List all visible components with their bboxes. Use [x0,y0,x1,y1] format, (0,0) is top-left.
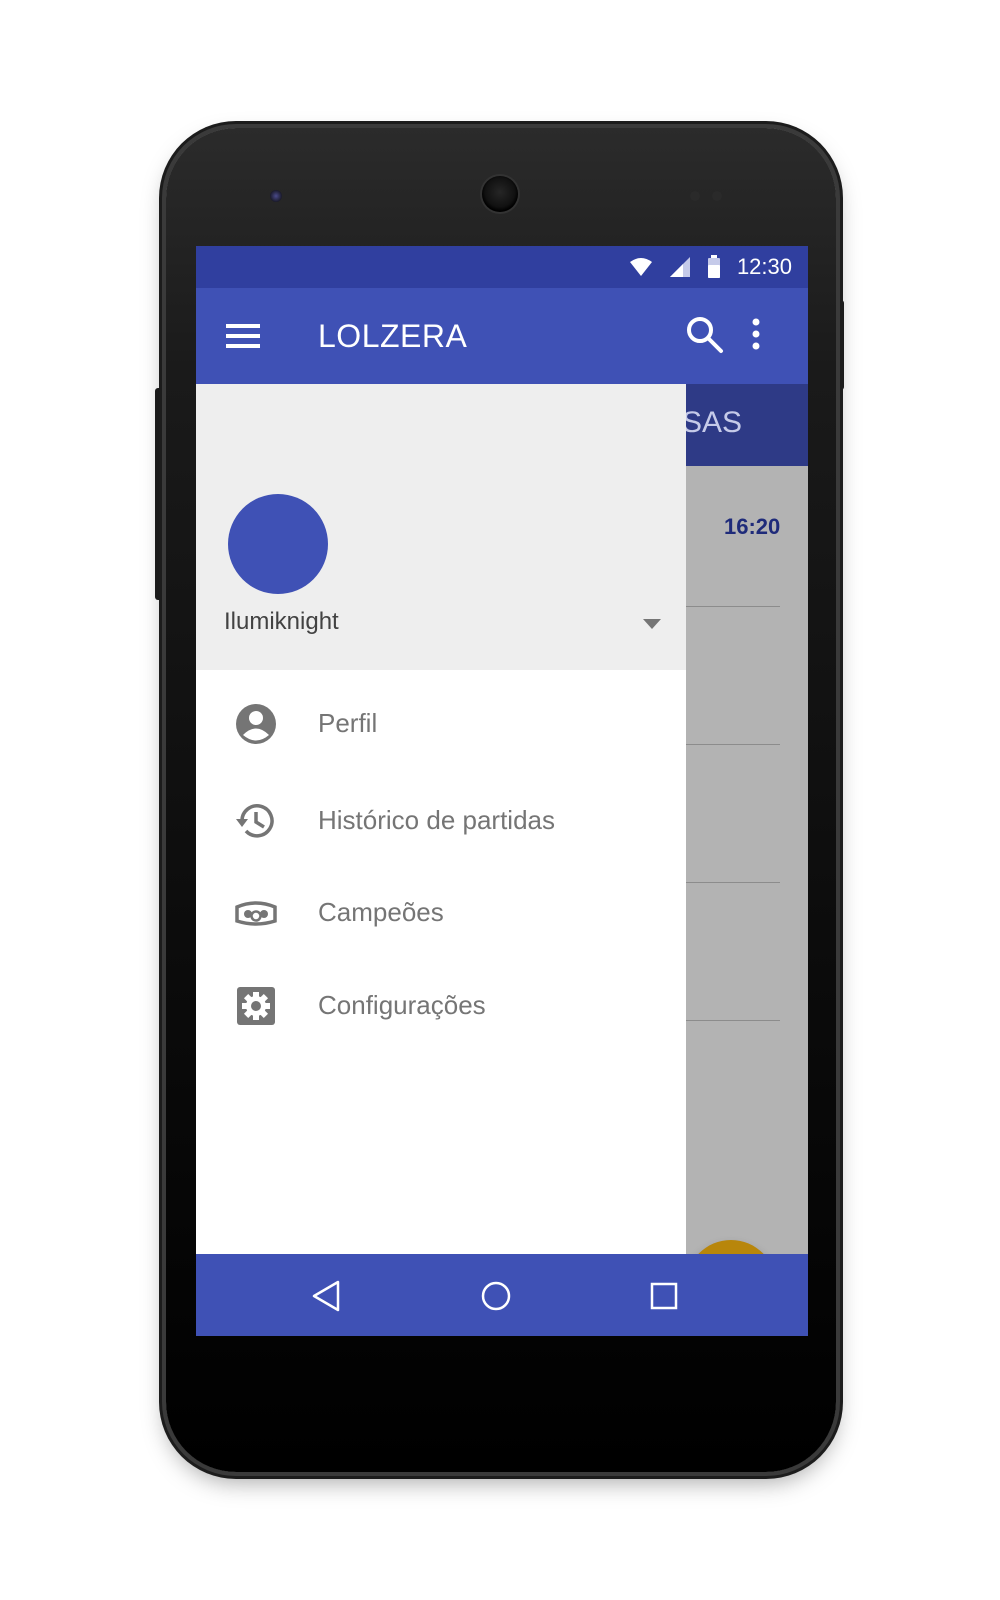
drawer-item-label: Campeões [318,897,444,927]
champion-mask-icon [235,901,277,926]
dropdown-arrow-icon[interactable] [642,618,662,630]
tab-label[interactable]: SAS [682,406,742,440]
drawer-item-label: Configurações [318,990,486,1020]
light-sensor-2 [712,191,722,201]
drawer-item-historico[interactable]: Histórico de partidas [196,781,686,861]
back-icon[interactable] [308,1276,348,1316]
drawer-item-label: Histórico de partidas [318,805,555,835]
wifi-icon [629,258,652,276]
navigation-drawer: Ilumiknight Perfil Histórico de partidas [196,384,686,1254]
cellular-signal-icon [669,257,690,277]
status-time: 12:30 [736,254,792,279]
recents-icon[interactable] [644,1276,684,1316]
menu-icon[interactable] [226,324,260,350]
search-icon[interactable] [686,316,724,354]
drawer-item-configuracoes[interactable]: Configurações [196,966,686,1046]
account-name: Ilumiknight [224,608,339,635]
status-bar: 12:30 [196,246,808,288]
battery-icon [707,255,720,278]
list-divider [686,606,780,607]
drawer-item-label: Perfil [318,708,378,738]
avatar[interactable] [228,494,328,594]
list-divider [686,882,780,883]
list-divider [686,1020,780,1021]
more-vert-icon[interactable] [750,318,762,350]
screen: 12:30 LOLZERA SAS 16:20 Ilumiknight Perf… [196,246,808,1336]
proximity-sensor [270,190,282,202]
system-navigation-bar [196,1254,808,1336]
front-camera [482,176,518,212]
list-item-time: 16:20 [724,514,781,539]
settings-icon [237,987,275,1025]
home-icon[interactable] [476,1276,516,1316]
drawer-item-campeoes[interactable]: Campeões [196,873,686,953]
app-title: LOLZERA [318,318,468,354]
account-circle-icon [236,704,276,744]
app-bar: LOLZERA [196,288,808,384]
drawer-item-perfil[interactable]: Perfil [196,684,686,764]
list-divider [686,744,780,745]
light-sensor [690,191,700,201]
drawer-header: Ilumiknight [196,384,686,670]
history-icon [236,804,274,838]
